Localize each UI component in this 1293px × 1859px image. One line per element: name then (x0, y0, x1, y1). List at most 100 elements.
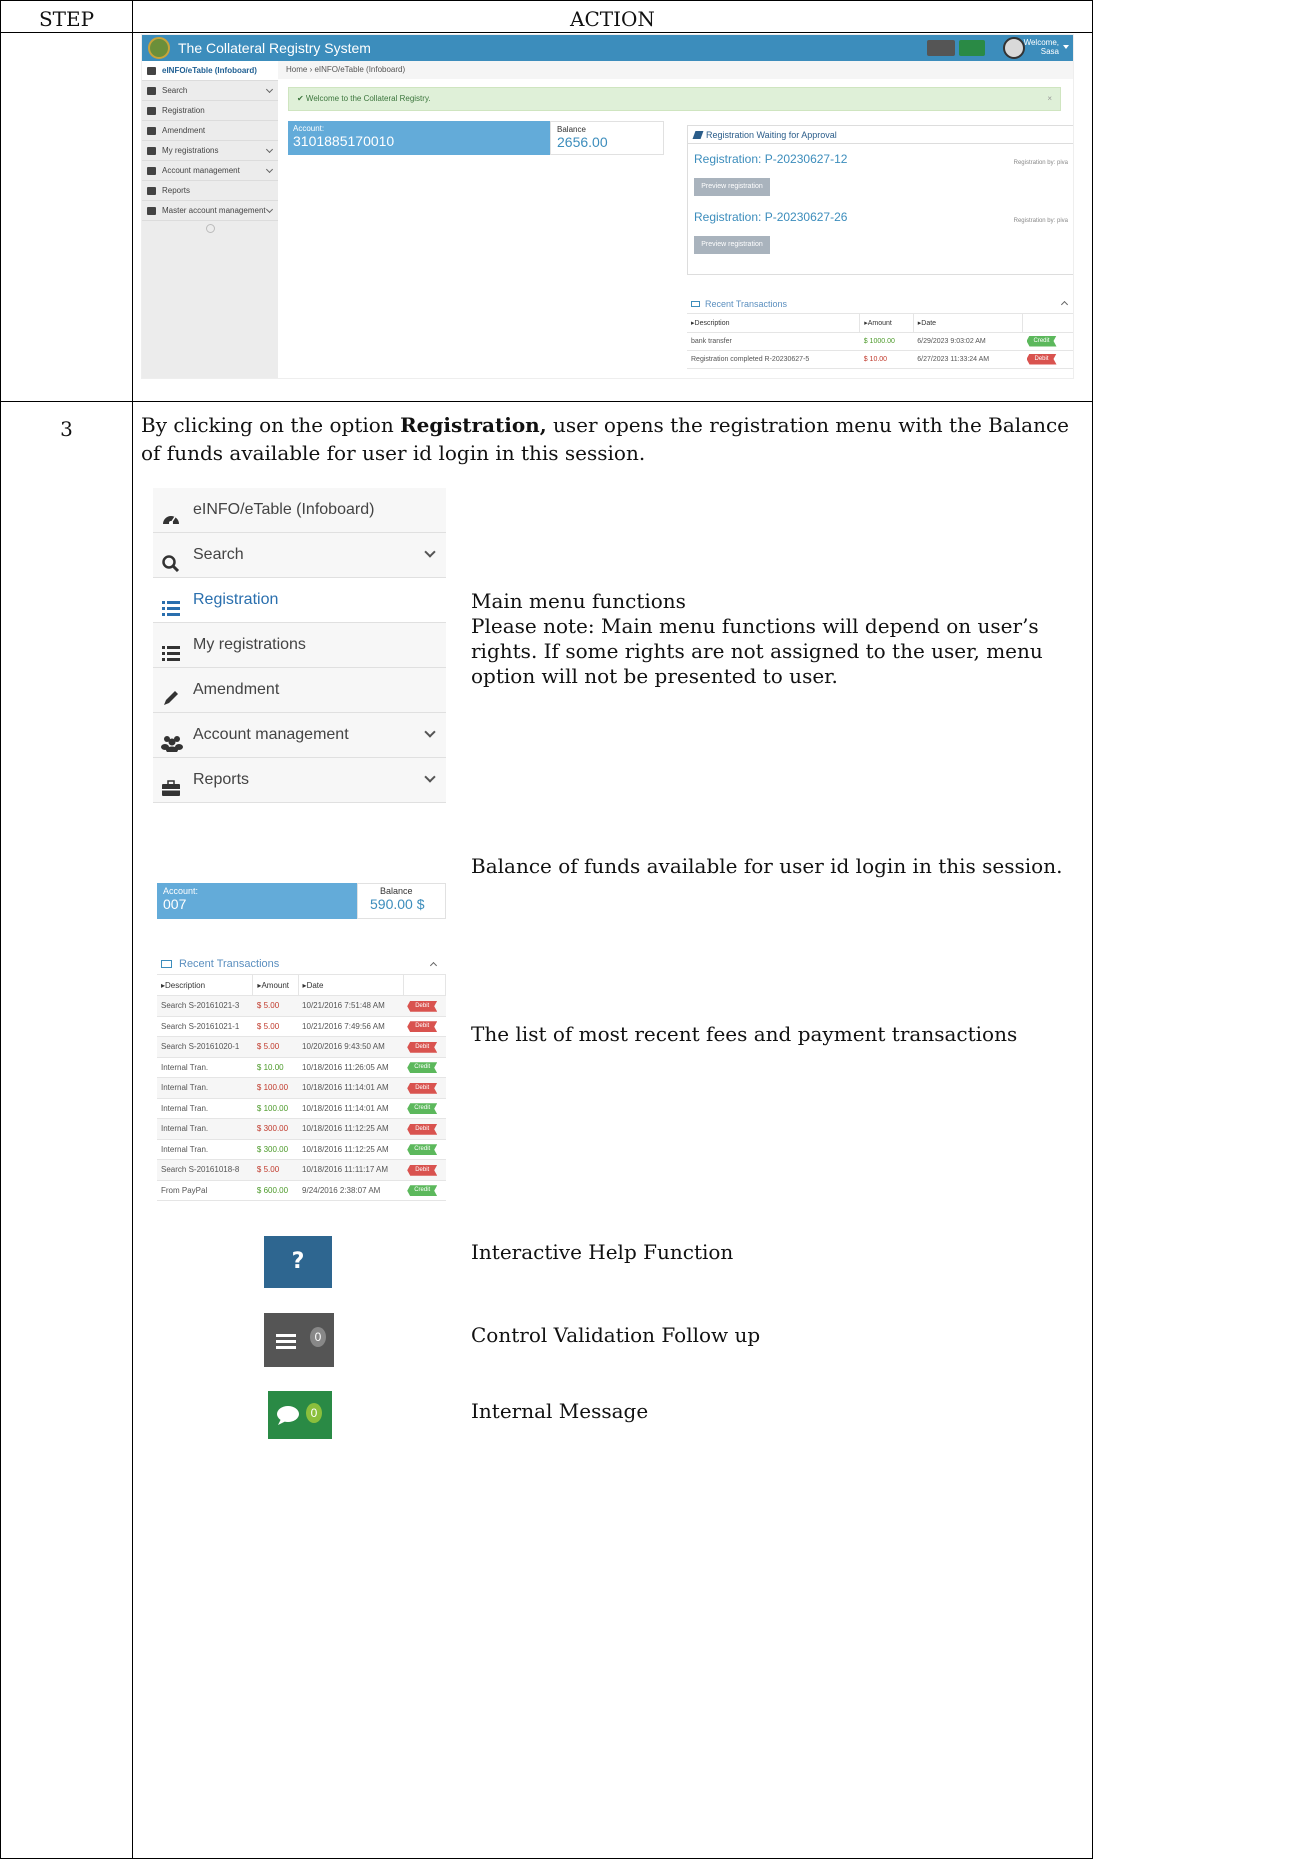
sidebar-item[interactable]: Registration (142, 101, 278, 121)
user-menu-caret-icon[interactable] (1063, 45, 1069, 49)
transaction-type-badge: Credit (1026, 335, 1057, 347)
cell-amount: $ 600.00 (252, 1180, 299, 1201)
preview-registration-button[interactable]: Preview registration (694, 236, 770, 254)
cell-type: Credit (1022, 332, 1073, 351)
sidebar-item[interactable]: Reports (142, 181, 278, 201)
cell-amount: $ 300.00 (252, 1118, 299, 1140)
transaction-type-badge: Debit (407, 1000, 438, 1012)
menu-item-label: eINFO/eTable (Infoboard) (193, 501, 375, 518)
cell-date: 6/27/2023 11:33:24 AM (913, 350, 1023, 369)
chevron-down-icon (265, 85, 274, 94)
help-label: Interactive Help Function (471, 1240, 734, 1264)
menu-item-label: Account management (193, 726, 349, 743)
menu-item-icon (147, 127, 156, 135)
control-validation-button[interactable]: 0 (264, 1313, 334, 1367)
sidebar-item-label: eINFO/eTable (Infoboard) (162, 66, 257, 75)
chat-bubble-icon (277, 1406, 299, 1425)
menu-item-label: My registrations (193, 636, 306, 653)
collapse-icon[interactable] (429, 961, 438, 970)
sidebar-item[interactable]: My registrations (142, 141, 278, 161)
cell-amount: $ 1000.00 (859, 332, 914, 351)
balance-card: Balance 590.00 $ (357, 883, 446, 919)
cell-date: 10/18/2016 11:14:01 AM (298, 1098, 404, 1119)
column-header[interactable]: ▸Amount (859, 314, 914, 333)
main-menu: eINFO/eTable (Infoboard) Search Registrati… (153, 488, 446, 803)
message-label: Internal Message (471, 1399, 649, 1423)
menu-item[interactable]: My registrations (153, 623, 446, 668)
internal-message-button[interactable] (959, 40, 985, 56)
chevron-down-icon (265, 205, 274, 214)
column-header[interactable]: ▸Description (687, 314, 861, 333)
transaction-type-badge: Debit (407, 1041, 438, 1053)
menu-item[interactable]: Account management (153, 713, 446, 758)
waiting-registration-item: Registration: P-20230627-12 Registration… (688, 144, 1073, 202)
transaction-type-badge: Debit (407, 1021, 438, 1033)
menu-item-label: Registration (193, 591, 279, 608)
control-label: Control Validation Follow up (471, 1323, 761, 1347)
sidebar-item[interactable]: Search (142, 81, 278, 101)
sidebar-item[interactable]: Amendment (142, 121, 278, 141)
money-icon (161, 960, 172, 968)
column-header[interactable]: ▸Date (913, 314, 1024, 333)
alert-text: ✔ Welcome to the Collateral Registry. (297, 94, 431, 103)
menu-item-label: Amendment (193, 681, 280, 698)
transaction-type-badge: Credit (407, 1185, 438, 1197)
cell-amount: $ 100.00 (252, 1098, 299, 1119)
intro-text: By clicking on the option (141, 413, 401, 437)
alert-close-icon[interactable]: × (1047, 88, 1052, 110)
collapse-icon[interactable] (1060, 300, 1069, 309)
list-icon (161, 636, 181, 661)
menu-item[interactable]: Amendment (153, 668, 446, 713)
user-avatar-icon[interactable] (1003, 37, 1025, 59)
sidebar-item[interactable]: Master account management (142, 201, 278, 221)
cell-date: 9/24/2016 2:38:07 AM (298, 1180, 404, 1201)
control-validation-button[interactable] (927, 40, 955, 56)
header-divider (1, 32, 1092, 33)
sidebar-item[interactable]: eINFO/eTable (Infoboard) (142, 61, 278, 81)
menu-item[interactable]: Registration (153, 578, 446, 623)
cell-type: Debit (403, 1016, 446, 1037)
cell-description: Search S-20161021-3 (157, 995, 253, 1017)
menu-item-icon (147, 167, 156, 175)
help-button[interactable]: ? (264, 1236, 332, 1288)
users-icon (161, 726, 183, 754)
cell-amount: $ 300.00 (252, 1139, 299, 1160)
column-header[interactable]: ▸Description (157, 975, 254, 996)
cell-date: 10/18/2016 11:12:25 AM (298, 1139, 404, 1160)
account-label: Account: (293, 124, 325, 133)
column-header[interactable]: ▸Amount (252, 975, 299, 996)
registration-by: Registration by: piva (1013, 218, 1068, 224)
internal-message-button[interactable]: 0 (268, 1391, 332, 1439)
waiting-approval-header: Registration Waiting for Approval (688, 126, 1073, 144)
menu-item-icon (147, 107, 156, 115)
cell-type: Debit (403, 1036, 446, 1058)
menu-item[interactable]: eINFO/eTable (Infoboard) (153, 488, 446, 533)
menu-note: Please note: Main menu functions will de… (471, 614, 1043, 688)
chevron-down-icon (265, 165, 274, 174)
recent-transactions-title: Recent Transactions (705, 299, 788, 309)
table-row: Internal Tran. $ 300.00 10/18/2016 11:12:2… (157, 1139, 446, 1160)
sidebar-collapse-icon[interactable] (205, 224, 215, 233)
sidebar-item[interactable]: Account management (142, 161, 278, 181)
cell-type: Credit (403, 1098, 446, 1119)
cell-description: Internal Tran. (157, 1139, 253, 1160)
cell-description: Search S-20161020-1 (157, 1036, 253, 1058)
table-row: Search S-20161018-8 $ 5.00 10/18/2016 11:1… (157, 1159, 446, 1181)
column-header-type (403, 975, 447, 996)
cell-date: 10/21/2016 7:49:56 AM (298, 1016, 404, 1037)
chevron-down-icon (424, 771, 436, 783)
transaction-type-badge: Debit (407, 1082, 438, 1094)
cell-description: bank transfer (687, 332, 860, 351)
table-row: bank transfer $ 1000.00 6/29/2023 9:03:02 … (687, 332, 1073, 351)
user-welcome[interactable]: Welcome, Sasa (1024, 38, 1059, 56)
breadcrumb[interactable]: Home › eINFO/eTable (Infoboard) (278, 61, 1073, 79)
transaction-type-badge: Debit (407, 1164, 438, 1176)
column-header[interactable]: ▸Date (298, 975, 404, 996)
table-row: Internal Tran. $ 100.00 10/18/2016 11:14:0… (157, 1098, 446, 1119)
table-header-row: ▸Description ▸Amount ▸Date (687, 314, 1073, 333)
balance-value: 590.00 $ (370, 896, 425, 912)
menu-item[interactable]: Reports (153, 758, 446, 803)
app-topbar: The Collateral Registry System Welcome, … (142, 35, 1073, 61)
menu-item[interactable]: Search (153, 533, 446, 578)
preview-registration-button[interactable]: Preview registration (694, 178, 770, 196)
